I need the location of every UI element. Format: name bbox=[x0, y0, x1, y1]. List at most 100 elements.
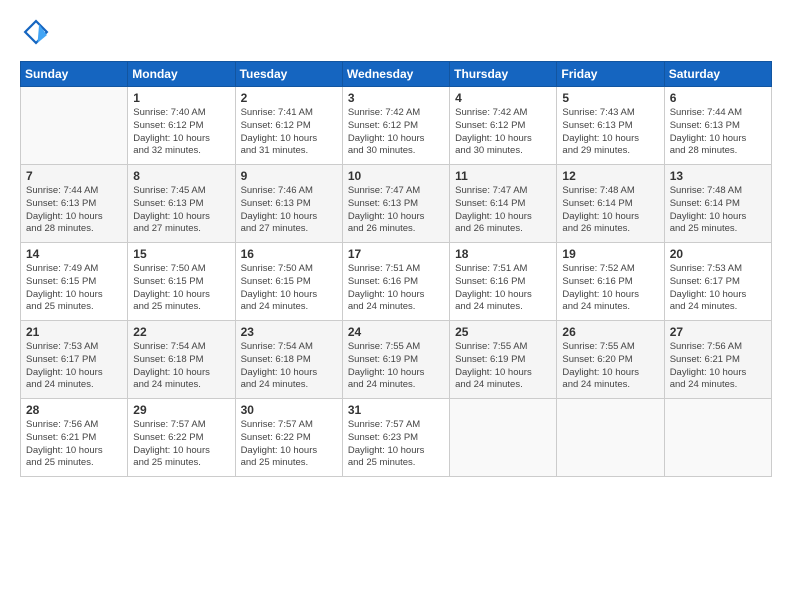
day-info: Sunrise: 7:55 AM Sunset: 6:19 PM Dayligh… bbox=[455, 341, 551, 392]
day-info: Sunrise: 7:44 AM Sunset: 6:13 PM Dayligh… bbox=[670, 107, 766, 158]
calendar-cell: 15 Sunrise: 7:50 AM Sunset: 6:15 PM Dayli… bbox=[128, 243, 235, 321]
calendar-cell: 9 Sunrise: 7:46 AM Sunset: 6:13 PM Daylig… bbox=[235, 165, 342, 243]
day-number: 26 bbox=[562, 325, 658, 339]
day-number: 14 bbox=[26, 247, 122, 261]
calendar-cell: 29 Sunrise: 7:57 AM Sunset: 6:22 PM Dayli… bbox=[128, 399, 235, 477]
day-info: Sunrise: 7:55 AM Sunset: 6:19 PM Dayligh… bbox=[348, 341, 444, 392]
day-number: 19 bbox=[562, 247, 658, 261]
weekday-header-monday: Monday bbox=[128, 62, 235, 87]
logo-icon bbox=[22, 18, 50, 46]
day-info: Sunrise: 7:40 AM Sunset: 6:12 PM Dayligh… bbox=[133, 107, 229, 158]
calendar-cell: 27 Sunrise: 7:56 AM Sunset: 6:21 PM Dayli… bbox=[664, 321, 771, 399]
calendar-cell: 25 Sunrise: 7:55 AM Sunset: 6:19 PM Dayli… bbox=[450, 321, 557, 399]
day-info: Sunrise: 7:48 AM Sunset: 6:14 PM Dayligh… bbox=[562, 185, 658, 236]
day-number: 5 bbox=[562, 91, 658, 105]
day-number: 7 bbox=[26, 169, 122, 183]
day-info: Sunrise: 7:50 AM Sunset: 6:15 PM Dayligh… bbox=[241, 263, 337, 314]
calendar-week-row: 1 Sunrise: 7:40 AM Sunset: 6:12 PM Daylig… bbox=[21, 87, 772, 165]
day-info: Sunrise: 7:48 AM Sunset: 6:14 PM Dayligh… bbox=[670, 185, 766, 236]
logo bbox=[20, 18, 54, 51]
calendar-cell bbox=[664, 399, 771, 477]
day-number: 3 bbox=[348, 91, 444, 105]
calendar-cell: 4 Sunrise: 7:42 AM Sunset: 6:12 PM Daylig… bbox=[450, 87, 557, 165]
calendar-table: SundayMondayTuesdayWednesdayThursdayFrid… bbox=[20, 61, 772, 477]
day-info: Sunrise: 7:52 AM Sunset: 6:16 PM Dayligh… bbox=[562, 263, 658, 314]
calendar-week-row: 14 Sunrise: 7:49 AM Sunset: 6:15 PM Dayli… bbox=[21, 243, 772, 321]
calendar-cell bbox=[21, 87, 128, 165]
day-number: 6 bbox=[670, 91, 766, 105]
calendar-cell: 23Sunrise: 7:54 AM Sunset: 6:18 PM Dayli… bbox=[235, 321, 342, 399]
day-info: Sunrise: 7:51 AM Sunset: 6:16 PM Dayligh… bbox=[348, 263, 444, 314]
calendar-cell: 28Sunrise: 7:56 AM Sunset: 6:21 PM Dayli… bbox=[21, 399, 128, 477]
day-number: 21 bbox=[26, 325, 122, 339]
calendar-week-row: 21 Sunrise: 7:53 AM Sunset: 6:17 PM Dayli… bbox=[21, 321, 772, 399]
day-number: 12 bbox=[562, 169, 658, 183]
day-number: 31 bbox=[348, 403, 444, 417]
header bbox=[20, 18, 772, 51]
day-number: 10 bbox=[348, 169, 444, 183]
day-number: 24 bbox=[348, 325, 444, 339]
day-number: 2 bbox=[241, 91, 337, 105]
calendar-cell: 31 Sunrise: 7:57 AM Sunset: 6:23 PM Dayli… bbox=[342, 399, 449, 477]
day-info: Sunrise: 7:53 AM Sunset: 6:17 PM Dayligh… bbox=[26, 341, 122, 392]
weekday-header-thursday: Thursday bbox=[450, 62, 557, 87]
day-info: Sunrise: 7:53 AM Sunset: 6:17 PM Dayligh… bbox=[670, 263, 766, 314]
calendar-cell: 24 Sunrise: 7:55 AM Sunset: 6:19 PM Dayli… bbox=[342, 321, 449, 399]
day-number: 22 bbox=[133, 325, 229, 339]
day-number: 4 bbox=[455, 91, 551, 105]
day-info: Sunrise: 7:49 AM Sunset: 6:15 PM Dayligh… bbox=[26, 263, 122, 314]
day-number: 17 bbox=[348, 247, 444, 261]
calendar-cell: 14 Sunrise: 7:49 AM Sunset: 6:15 PM Dayli… bbox=[21, 243, 128, 321]
day-info: Sunrise: 7:54 AM Sunset: 6:18 PM Dayligh… bbox=[241, 341, 337, 392]
calendar-cell bbox=[450, 399, 557, 477]
day-number: 1 bbox=[133, 91, 229, 105]
calendar-cell: 13 Sunrise: 7:48 AM Sunset: 6:14 PM Dayli… bbox=[664, 165, 771, 243]
calendar-cell: 10Sunrise: 7:47 AM Sunset: 6:13 PM Dayli… bbox=[342, 165, 449, 243]
day-info: Sunrise: 7:56 AM Sunset: 6:21 PM Dayligh… bbox=[26, 419, 122, 470]
day-number: 29 bbox=[133, 403, 229, 417]
day-number: 27 bbox=[670, 325, 766, 339]
day-info: Sunrise: 7:46 AM Sunset: 6:13 PM Dayligh… bbox=[241, 185, 337, 236]
calendar-cell: 22 Sunrise: 7:54 AM Sunset: 6:18 PM Dayli… bbox=[128, 321, 235, 399]
calendar-week-row: 28Sunrise: 7:56 AM Sunset: 6:21 PM Dayli… bbox=[21, 399, 772, 477]
day-info: Sunrise: 7:45 AM Sunset: 6:13 PM Dayligh… bbox=[133, 185, 229, 236]
weekday-header-friday: Friday bbox=[557, 62, 664, 87]
day-info: Sunrise: 7:54 AM Sunset: 6:18 PM Dayligh… bbox=[133, 341, 229, 392]
day-info: Sunrise: 7:42 AM Sunset: 6:12 PM Dayligh… bbox=[348, 107, 444, 158]
calendar-cell: 8Sunrise: 7:45 AM Sunset: 6:13 PM Daylig… bbox=[128, 165, 235, 243]
calendar-cell: 1 Sunrise: 7:40 AM Sunset: 6:12 PM Daylig… bbox=[128, 87, 235, 165]
calendar-header-row: SundayMondayTuesdayWednesdayThursdayFrid… bbox=[21, 62, 772, 87]
day-number: 9 bbox=[241, 169, 337, 183]
calendar-cell: 30Sunrise: 7:57 AM Sunset: 6:22 PM Dayli… bbox=[235, 399, 342, 477]
day-number: 11 bbox=[455, 169, 551, 183]
day-number: 15 bbox=[133, 247, 229, 261]
page: SundayMondayTuesdayWednesdayThursdayFrid… bbox=[0, 0, 792, 612]
calendar-cell: 12 Sunrise: 7:48 AM Sunset: 6:14 PM Dayli… bbox=[557, 165, 664, 243]
weekday-header-saturday: Saturday bbox=[664, 62, 771, 87]
day-info: Sunrise: 7:42 AM Sunset: 6:12 PM Dayligh… bbox=[455, 107, 551, 158]
calendar-cell: 17 Sunrise: 7:51 AM Sunset: 6:16 PM Dayli… bbox=[342, 243, 449, 321]
calendar-cell: 19 Sunrise: 7:52 AM Sunset: 6:16 PM Dayli… bbox=[557, 243, 664, 321]
day-number: 18 bbox=[455, 247, 551, 261]
day-info: Sunrise: 7:57 AM Sunset: 6:23 PM Dayligh… bbox=[348, 419, 444, 470]
day-number: 25 bbox=[455, 325, 551, 339]
calendar-cell: 21 Sunrise: 7:53 AM Sunset: 6:17 PM Dayli… bbox=[21, 321, 128, 399]
calendar-cell: 2Sunrise: 7:41 AM Sunset: 6:12 PM Daylig… bbox=[235, 87, 342, 165]
weekday-header-sunday: Sunday bbox=[21, 62, 128, 87]
day-number: 13 bbox=[670, 169, 766, 183]
calendar-cell bbox=[557, 399, 664, 477]
day-info: Sunrise: 7:43 AM Sunset: 6:13 PM Dayligh… bbox=[562, 107, 658, 158]
calendar-cell: 7Sunrise: 7:44 AM Sunset: 6:13 PM Daylig… bbox=[21, 165, 128, 243]
calendar-cell: 5 Sunrise: 7:43 AM Sunset: 6:13 PM Daylig… bbox=[557, 87, 664, 165]
day-info: Sunrise: 7:57 AM Sunset: 6:22 PM Dayligh… bbox=[133, 419, 229, 470]
day-info: Sunrise: 7:51 AM Sunset: 6:16 PM Dayligh… bbox=[455, 263, 551, 314]
day-info: Sunrise: 7:50 AM Sunset: 6:15 PM Dayligh… bbox=[133, 263, 229, 314]
day-info: Sunrise: 7:56 AM Sunset: 6:21 PM Dayligh… bbox=[670, 341, 766, 392]
calendar-week-row: 7Sunrise: 7:44 AM Sunset: 6:13 PM Daylig… bbox=[21, 165, 772, 243]
calendar-cell: 3 Sunrise: 7:42 AM Sunset: 6:12 PM Daylig… bbox=[342, 87, 449, 165]
calendar-cell: 20 Sunrise: 7:53 AM Sunset: 6:17 PM Dayli… bbox=[664, 243, 771, 321]
calendar-cell: 16Sunrise: 7:50 AM Sunset: 6:15 PM Dayli… bbox=[235, 243, 342, 321]
weekday-header-wednesday: Wednesday bbox=[342, 62, 449, 87]
day-info: Sunrise: 7:55 AM Sunset: 6:20 PM Dayligh… bbox=[562, 341, 658, 392]
day-number: 20 bbox=[670, 247, 766, 261]
